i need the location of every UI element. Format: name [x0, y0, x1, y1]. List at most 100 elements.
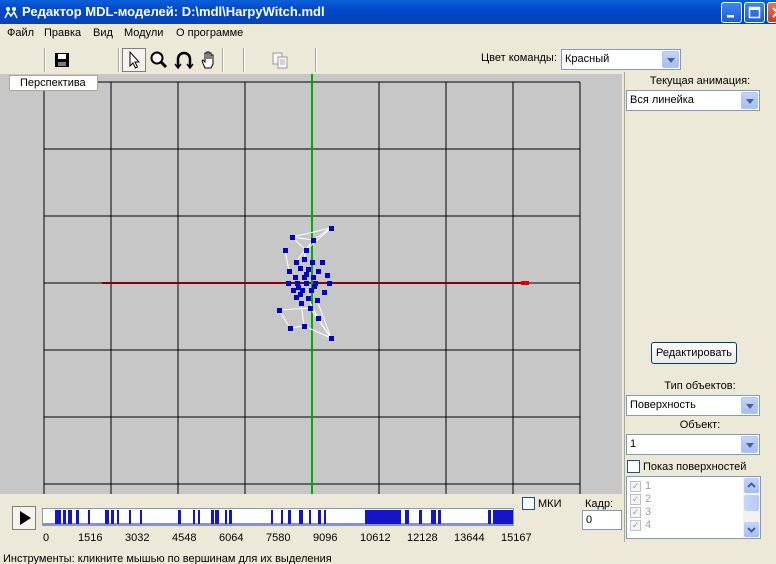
keyframe-mark [88, 510, 90, 524]
timeline-tick-label: 7580 [266, 532, 291, 544]
vertex-point[interactable] [311, 275, 316, 280]
copy-button[interactable] [268, 48, 292, 72]
scroll-up-button[interactable] [744, 478, 759, 493]
vertex-point[interactable] [287, 269, 292, 274]
timeline-tick-label: 15167 [501, 532, 532, 544]
vertex-point[interactable] [291, 288, 296, 293]
viewport-label: Перспектива [9, 75, 98, 91]
vertex-point[interactable] [296, 285, 301, 290]
vertex-point[interactable] [315, 298, 320, 303]
play-button[interactable] [12, 506, 36, 530]
menu-about[interactable]: О программе [176, 27, 243, 39]
vertex-point[interactable] [290, 235, 295, 240]
rotate-tool-button[interactable] [172, 48, 196, 72]
object-value: 1 [630, 438, 637, 450]
vertex-point[interactable] [327, 281, 332, 286]
vertex-point[interactable] [316, 316, 321, 321]
team-color-value: Красный [565, 53, 610, 65]
vertex-point[interactable] [306, 296, 311, 301]
chevron-down-icon[interactable] [741, 397, 758, 414]
current-animation-select[interactable]: Вся линейка [626, 90, 760, 111]
timeline-track[interactable] [42, 508, 514, 526]
keyframe-mark [288, 510, 291, 524]
vertex-point[interactable] [299, 301, 304, 306]
vertex-point[interactable] [304, 248, 309, 253]
edit-button[interactable]: Редактировать [651, 342, 737, 364]
list-item[interactable]: ✓ 2 [627, 493, 745, 506]
vertex-point[interactable] [306, 267, 311, 272]
vertex-point[interactable] [288, 326, 293, 331]
toolbar-separator [243, 48, 245, 72]
surface-item-label: 2 [645, 493, 652, 505]
vertex-point[interactable] [302, 324, 307, 329]
chevron-down-icon[interactable] [741, 92, 758, 109]
minimize-button[interactable] [721, 2, 742, 23]
surfaces-list[interactable]: ✓ 1 ✓ 2 ✓ 3 ✓ 4 [626, 476, 761, 539]
vertex-point[interactable] [322, 290, 327, 295]
vertex-point[interactable] [308, 306, 313, 311]
list-item[interactable]: ✓ 3 [627, 506, 745, 519]
frame-input[interactable]: 0 [582, 510, 622, 530]
keyframe-mark [299, 510, 303, 524]
keyframe-mark [105, 510, 109, 524]
vertex-point[interactable] [329, 336, 334, 341]
keyframe-mark [281, 510, 283, 524]
vertex-point[interactable] [325, 273, 330, 278]
save-button[interactable] [50, 48, 74, 72]
chevron-down-icon[interactable] [662, 51, 679, 68]
timeline-tick-label: 9096 [313, 532, 338, 544]
vertex-point[interactable] [283, 248, 288, 253]
keyframe-mark [211, 510, 214, 524]
keyframe-mark [117, 510, 119, 524]
vertex-point[interactable] [320, 260, 325, 265]
keyframe-mark [193, 510, 195, 524]
vertex-point[interactable] [310, 260, 315, 265]
team-color-select[interactable]: Красный [561, 49, 681, 70]
checkmark-icon: ✓ [630, 507, 641, 518]
vertex-point[interactable] [298, 292, 303, 297]
vertex-point[interactable] [304, 281, 309, 286]
keyframe-mark [198, 510, 200, 524]
mki-checkbox[interactable] [522, 497, 535, 510]
save-icon [55, 53, 69, 67]
zoom-tool-button[interactable] [147, 48, 171, 72]
mesh-edge [300, 302, 305, 327]
chevron-down-icon[interactable] [741, 436, 758, 453]
vertex-point[interactable] [316, 269, 321, 274]
timeline-tick-label: 10612 [360, 532, 391, 544]
pan-tool-button[interactable] [197, 48, 221, 72]
scroll-down-button[interactable] [744, 522, 759, 537]
surfaces-scrollbar[interactable] [743, 477, 760, 538]
vertex-point[interactable] [293, 275, 298, 280]
list-item[interactable]: ✓ 4 [627, 519, 745, 532]
vertex-point[interactable] [298, 266, 303, 271]
close-button[interactable] [767, 2, 776, 23]
viewport-canvas[interactable] [0, 74, 622, 494]
vertex-point[interactable] [329, 226, 334, 231]
vertex-point[interactable] [294, 260, 299, 265]
vertex-point[interactable] [277, 308, 282, 313]
select-tool-button[interactable] [122, 48, 146, 72]
vertex-point[interactable] [304, 272, 309, 277]
menu-view[interactable]: Вид [93, 27, 113, 39]
scroll-thumb[interactable] [744, 495, 759, 511]
keyframe-mark [488, 510, 491, 524]
keyframe-mark [493, 510, 513, 524]
menu-edit[interactable]: Правка [44, 27, 81, 39]
vertex-point[interactable] [312, 284, 317, 289]
viewport-perspective[interactable]: Перспектива [0, 74, 622, 494]
menu-modules[interactable]: Модули [124, 27, 163, 39]
vertex-point[interactable] [286, 281, 291, 286]
keyframe-mark [438, 510, 441, 524]
keyframe-mark [229, 510, 232, 524]
checkmark-icon: ✓ [630, 520, 641, 531]
show-surfaces-checkbox[interactable] [627, 460, 640, 473]
list-item[interactable]: ✓ 1 [627, 480, 745, 493]
menu-file[interactable]: Файл [7, 27, 34, 39]
vertex-point[interactable] [302, 257, 307, 262]
app-icon [4, 7, 18, 19]
vertex-point[interactable] [311, 238, 316, 243]
maximize-button[interactable] [744, 2, 765, 23]
object-type-select[interactable]: Поверхность [626, 395, 760, 416]
object-select[interactable]: 1 [626, 434, 760, 455]
